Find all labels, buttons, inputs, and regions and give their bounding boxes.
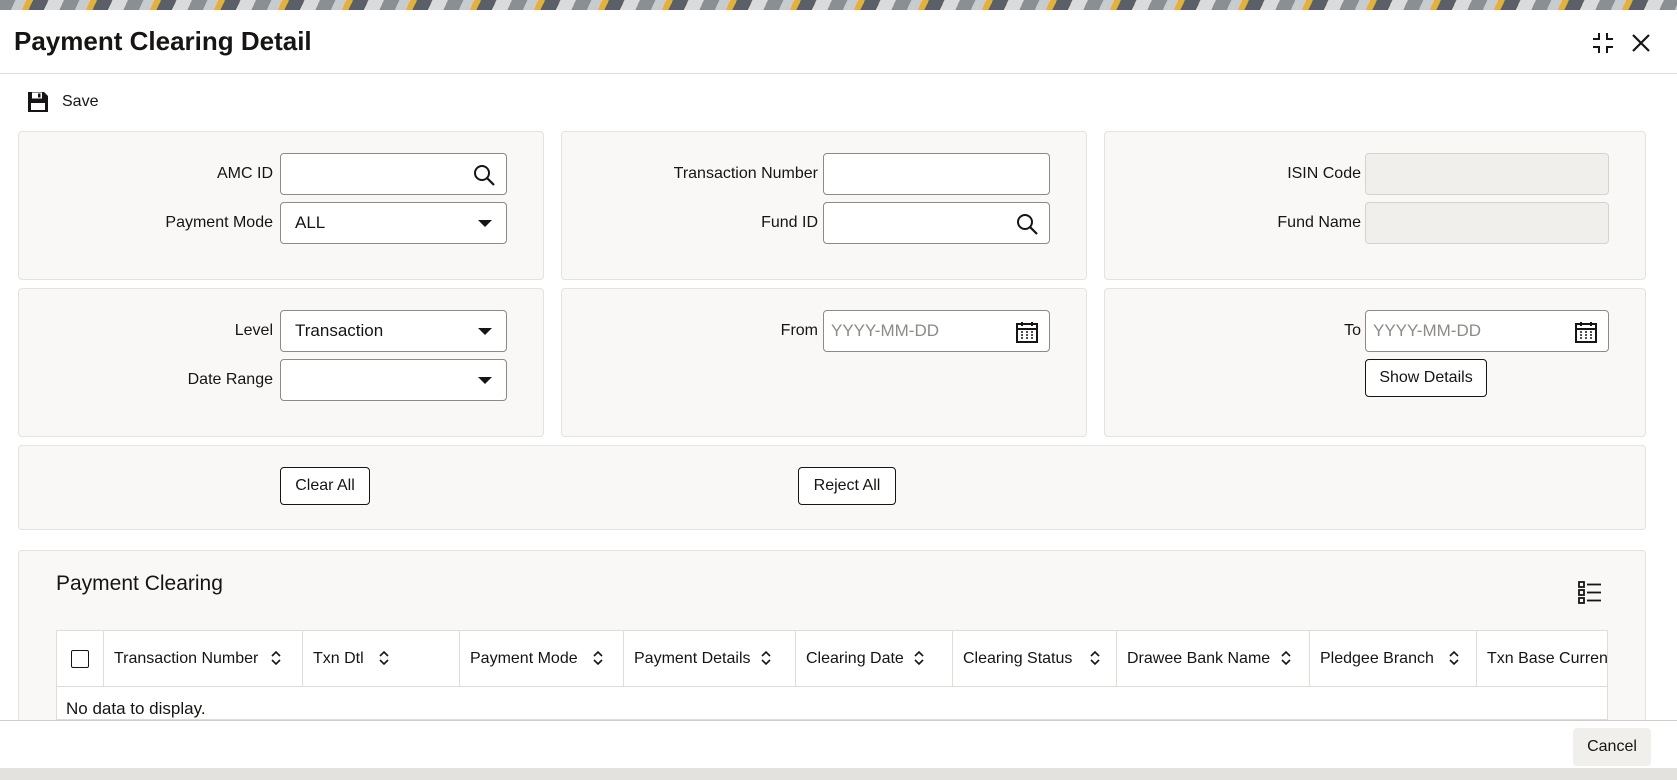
search-icon[interactable] (472, 163, 496, 187)
panel-actions: Clear All Reject All (18, 445, 1646, 530)
close-icon[interactable] (1628, 30, 1654, 56)
panel-fund-info: ISIN Code Fund Name (1104, 131, 1646, 280)
panel-from: From YYYY-MM-DD (561, 288, 1087, 437)
level-select[interactable]: Transaction (280, 310, 507, 352)
amc-id-label: AMC ID (217, 165, 273, 182)
sort-icon[interactable] (592, 649, 604, 667)
calendar-icon[interactable] (1574, 320, 1598, 344)
from-label: From (780, 322, 818, 339)
collapse-icon[interactable] (1590, 30, 1616, 56)
column-clearing-status[interactable]: Clearing Status (953, 631, 1117, 687)
column-payment-mode[interactable]: Payment Mode (460, 631, 624, 687)
column-label: Pledgee Branch (1320, 650, 1434, 667)
window-header: Payment Clearing Detail (0, 10, 1677, 74)
fund-id-label: Fund ID (761, 214, 818, 231)
payment-mode-value: ALL (295, 213, 326, 232)
from-date-placeholder: YYYY-MM-DD (831, 321, 939, 340)
payment-mode-label: Payment Mode (165, 214, 273, 231)
isin-code-label: ISIN Code (1287, 165, 1361, 182)
footer: Cancel (0, 720, 1677, 768)
column-label: Payment Mode (470, 650, 578, 667)
sort-icon[interactable] (913, 649, 925, 667)
select-all-checkbox[interactable] (71, 650, 89, 668)
isin-code-field (1365, 153, 1609, 195)
column-label: Txn Base Currency (1487, 650, 1608, 667)
from-date-input[interactable]: YYYY-MM-DD (823, 310, 1050, 352)
column-txn-base-currency[interactable]: Txn Base Currency (1477, 631, 1608, 687)
select-all-cell (57, 631, 104, 687)
column-pledgee-branch[interactable]: Pledgee Branch (1310, 631, 1477, 687)
save-button[interactable]: Save (26, 89, 98, 115)
sort-icon[interactable] (760, 649, 772, 667)
column-label: Txn Dtl (313, 650, 364, 667)
save-icon (28, 92, 48, 112)
clear-all-button[interactable]: Clear All (280, 467, 370, 505)
transaction-number-input[interactable] (823, 153, 1050, 195)
sort-icon[interactable] (1089, 649, 1101, 667)
fund-id-input[interactable] (823, 202, 1050, 244)
column-label: Clearing Status (963, 650, 1073, 667)
sort-icon[interactable] (378, 649, 390, 667)
column-txn-dtl[interactable]: Txn Dtl (303, 631, 460, 687)
column-clearing-date[interactable]: Clearing Date (796, 631, 953, 687)
chevron-down-icon (478, 377, 492, 384)
level-label: Level (234, 322, 273, 339)
payment-mode-select[interactable]: ALL (280, 202, 507, 244)
empty-message: No data to display. (66, 699, 206, 718)
chevron-down-icon (478, 328, 492, 335)
panel-to: To YYYY-MM-DD Show Details (1104, 288, 1646, 437)
search-icon[interactable] (1015, 212, 1039, 236)
payment-clearing-table: Transaction Number Txn Dtl Payment Mode … (56, 630, 1608, 720)
chevron-down-icon (478, 220, 492, 227)
calendar-icon[interactable] (1015, 320, 1039, 344)
banner-strip (0, 0, 1677, 10)
column-payment-details[interactable]: Payment Details (624, 631, 796, 687)
column-label: Drawee Bank Name (1127, 650, 1271, 667)
column-label: Payment Details (634, 650, 751, 667)
show-details-button[interactable]: Show Details (1365, 359, 1487, 397)
fund-name-field (1365, 202, 1609, 244)
fund-name-label: Fund Name (1277, 214, 1361, 231)
column-label: Transaction Number (114, 650, 259, 667)
level-value: Transaction (295, 321, 384, 340)
save-label: Save (62, 93, 99, 110)
reject-all-button[interactable]: Reject All (798, 467, 896, 505)
to-date-placeholder: YYYY-MM-DD (1373, 321, 1481, 340)
table-header: Transaction Number Txn Dtl Payment Mode … (57, 631, 1608, 687)
sort-icon[interactable] (270, 649, 282, 667)
cancel-button[interactable]: Cancel (1573, 728, 1651, 766)
sort-icon[interactable] (1280, 649, 1292, 667)
date-range-label: Date Range (187, 371, 273, 388)
transaction-number-label: Transaction Number (673, 165, 818, 182)
panel-transaction: Transaction Number Fund ID (561, 131, 1087, 280)
column-transaction-number[interactable]: Transaction Number (104, 631, 303, 687)
panel-level: Level Transaction Date Range (18, 288, 544, 437)
list-view-icon[interactable] (1578, 580, 1602, 604)
section-title: Payment Clearing (56, 572, 223, 595)
to-date-input[interactable]: YYYY-MM-DD (1365, 310, 1609, 352)
sort-icon[interactable] (1448, 649, 1460, 667)
column-label: Clearing Date (806, 650, 904, 667)
amc-id-input[interactable] (280, 153, 507, 195)
page-title: Payment Clearing Detail (14, 26, 312, 56)
panel-amc: AMC ID Payment Mode ALL (18, 131, 544, 280)
column-drawee-bank-name[interactable]: Drawee Bank Name (1117, 631, 1310, 687)
to-label: To (1344, 322, 1361, 339)
date-range-select[interactable] (280, 359, 507, 401)
bottom-bar (0, 768, 1677, 780)
